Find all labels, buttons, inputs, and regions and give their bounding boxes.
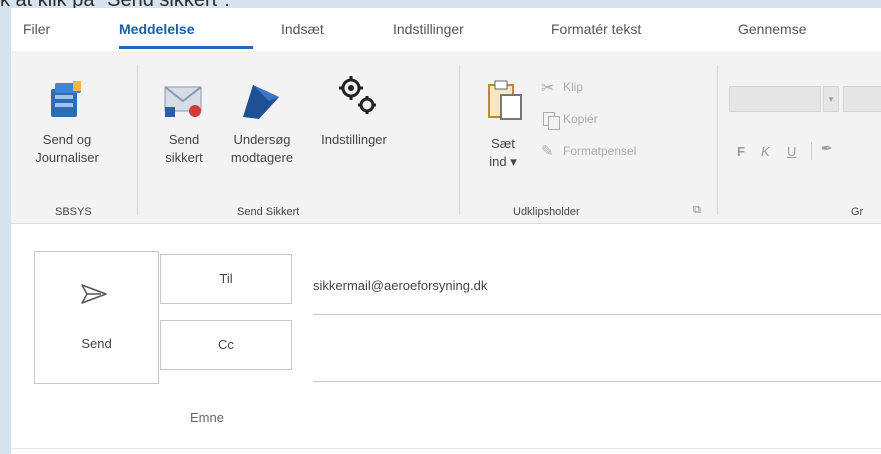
indstillinger-label: Indstillinger — [321, 132, 387, 147]
ribbon-tab-bar: Filer Meddelelse Indsæt Indstillinger Fo… — [11, 8, 881, 51]
active-tab-indicator — [119, 46, 253, 49]
to-button[interactable]: Til — [160, 254, 292, 304]
tab-indsaet[interactable]: Indsæt — [281, 21, 324, 37]
dropdown-arrow-icon: ▾ — [823, 86, 839, 112]
group-separator — [459, 65, 460, 215]
send-og-journaliser-label: Send og Journaliser — [35, 132, 99, 165]
undersog-modtagere-label: Undersøg modtagere — [230, 132, 294, 165]
tab-indstillinger[interactable]: Indstillinger — [393, 21, 464, 37]
dialog-launcher-icon[interactable]: ⧉ — [693, 204, 701, 217]
subject-field-underline — [11, 448, 881, 449]
subject-label: Emne — [190, 410, 224, 425]
group-label-sbsys: SBSYS — [55, 206, 92, 218]
to-field-underline — [313, 314, 881, 315]
highlight-pen-icon[interactable]: ✒ — [821, 140, 833, 157]
cc-button[interactable]: Cc — [160, 320, 292, 370]
cut-button[interactable]: ✂ Klip — [541, 78, 661, 100]
tab-gennemse[interactable]: Gennemse — [738, 21, 806, 37]
ribbon — [11, 51, 881, 224]
group-divider — [811, 142, 812, 160]
indstillinger-button[interactable]: Indstillinger — [311, 65, 397, 161]
undersog-modtagere-button[interactable]: Undersøg modtagere — [219, 65, 305, 165]
underline-button[interactable]: U — [787, 144, 796, 159]
send-og-journaliser-button[interactable]: Send og Journaliser — [11, 65, 123, 165]
tab-formater-tekst[interactable]: Formatér tekst — [551, 21, 641, 37]
secure-mail-icon — [164, 86, 202, 117]
outlook-compose-window: Filer Meddelelse Indsæt Indstillinger Fo… — [11, 8, 881, 454]
check-recipients-icon — [243, 85, 279, 119]
settings-gears-icon — [339, 76, 376, 114]
clipboard-paste-icon — [488, 80, 522, 120]
subject-field[interactable] — [313, 400, 881, 440]
group-label-clipboard: Udklipsholder — [513, 206, 580, 218]
paste-button[interactable]: Sæt ind ▾ — [473, 65, 533, 175]
cc-field-underline — [313, 381, 881, 382]
to-field-value[interactable]: sikkermail@aeroeforsyning.dk — [313, 278, 487, 293]
tab-filer[interactable]: Filer — [23, 21, 50, 37]
bold-button[interactable]: F — [737, 144, 745, 159]
group-separator — [717, 65, 718, 215]
cc-field[interactable] — [313, 338, 881, 378]
italic-button[interactable]: K — [761, 144, 770, 159]
font-name-dropdown[interactable] — [729, 86, 821, 112]
paintbrush-icon: ✎ — [541, 143, 554, 160]
scissors-icon: ✂ — [541, 80, 555, 97]
send-arrow-icon — [81, 284, 107, 304]
send-button[interactable]: Send — [34, 251, 159, 384]
font-size-dropdown[interactable] — [843, 86, 881, 112]
send-sikkert-button[interactable]: Send sikkert — [151, 65, 217, 165]
copy-button[interactable]: Kopiér — [541, 110, 661, 132]
tab-meddelelse[interactable]: Meddelelse — [119, 21, 194, 37]
send-sikkert-label: Send sikkert — [165, 132, 203, 165]
send-label: Send — [81, 336, 112, 351]
group-separator — [137, 65, 138, 215]
group-label-send-sikkert: Send Sikkert — [237, 206, 300, 218]
format-painter-button[interactable]: ✎ Formatpensel — [541, 142, 691, 164]
paste-label: Sæt ind ▾ — [489, 136, 517, 169]
group-label-basic-text: Gr — [851, 206, 864, 218]
sbsys-journal-icon — [51, 81, 81, 117]
